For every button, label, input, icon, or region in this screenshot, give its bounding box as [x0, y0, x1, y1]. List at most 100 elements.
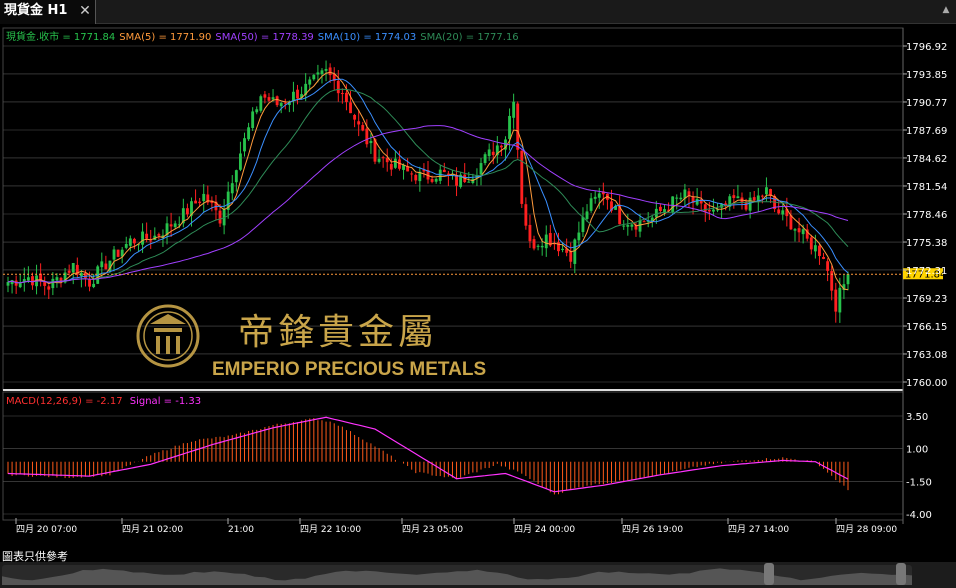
- candle-body: [801, 229, 805, 235]
- scroll-up-icon[interactable]: ▲: [940, 2, 952, 18]
- candle-body: [18, 282, 22, 288]
- candle-body: [707, 210, 711, 212]
- navigator-scrollbar[interactable]: [0, 562, 956, 588]
- candle-body: [638, 220, 642, 232]
- candle-body: [381, 157, 385, 159]
- candle-body: [71, 263, 75, 273]
- price-axis: 1796.92 1793.85 1790.77 1787.69 1784.62 1781.…: [903, 42, 947, 389]
- candle-body: [736, 196, 740, 199]
- candle-body: [781, 210, 785, 215]
- candle-body: [569, 250, 573, 262]
- candle-body: [573, 239, 577, 264]
- close-icon[interactable]: ✕: [76, 0, 94, 22]
- candle-body: [765, 187, 768, 195]
- candle-body: [536, 245, 540, 247]
- legend-item: 現貨金.收市 = 1771.84: [6, 30, 115, 43]
- candle-body: [642, 221, 646, 223]
- candle-body: [593, 196, 597, 199]
- x-tick-label: 21:00: [228, 525, 254, 535]
- candle-body: [442, 169, 446, 173]
- x-tick-label: 四月 22 10:00: [300, 524, 361, 535]
- candle-body: [483, 154, 487, 164]
- candle-body: [263, 94, 267, 98]
- candle-body: [455, 174, 458, 186]
- candle-body: [659, 206, 662, 211]
- candle-body: [255, 109, 259, 113]
- time-axis: 四月 20 07:00 四月 21 02:00 21:00 四月 22 10:00 四月…: [15, 518, 897, 535]
- candle-body: [756, 195, 760, 201]
- navigator-track[interactable]: [2, 565, 912, 585]
- y-tick-label: 1796.92: [906, 42, 947, 53]
- candle-body: [793, 229, 797, 231]
- x-tick-label: 四月 24 00:00: [514, 524, 575, 535]
- chart-tab[interactable]: 現貨金 H1 ✕: [0, 0, 96, 24]
- macd-legend-value: MACD(12,26,9) = -2.17: [6, 396, 123, 407]
- candle-body: [104, 263, 108, 270]
- candle-body: [247, 127, 251, 140]
- candle-body: [185, 208, 189, 215]
- candle-body: [283, 102, 287, 104]
- candle-body: [540, 245, 544, 248]
- candle-body: [438, 169, 442, 181]
- candle-body: [414, 174, 418, 181]
- candle-body: [479, 163, 483, 175]
- candle-body: [410, 173, 414, 175]
- legend-item: SMA(50) = 1778.39: [215, 32, 313, 43]
- candle-body: [809, 237, 813, 250]
- candle-body: [202, 193, 206, 202]
- candle-body: [508, 115, 511, 139]
- candle-body: [275, 96, 279, 106]
- candle-body: [218, 210, 222, 224]
- legend-item: SMA(20) = 1777.16: [420, 32, 518, 43]
- candle-body: [834, 289, 838, 312]
- watermark-chinese: 帝鋒貴金屬: [238, 312, 438, 353]
- candle-body: [336, 80, 340, 94]
- candle-body: [434, 178, 438, 182]
- legend-item: SMA(5) = 1771.90: [119, 32, 211, 43]
- candle-body: [243, 138, 246, 152]
- candle-body: [116, 249, 120, 257]
- y-tick-label: 1769.23: [906, 294, 947, 305]
- x-tick-label: 四月 26 19:00: [622, 524, 683, 535]
- y-tick-label: 1763.08: [906, 350, 947, 361]
- candle-body: [846, 274, 850, 285]
- candle-body: [67, 270, 71, 273]
- legend-item: SMA(10) = 1774.03: [318, 32, 416, 43]
- candle-body: [198, 201, 202, 204]
- candle-body: [393, 158, 397, 168]
- navigator-left-handle[interactable]: [764, 563, 774, 585]
- price-chart[interactable]: 帝鋒貴金屬 EMPERIO PRECIOUS METALS 1771.84 17…: [0, 24, 956, 546]
- candle-body: [55, 277, 59, 281]
- candle-body: [524, 204, 528, 226]
- y-tick-label: 1775.38: [906, 238, 947, 249]
- candle-body: [31, 276, 34, 286]
- candle-body: [577, 232, 581, 241]
- candle-body: [589, 198, 593, 211]
- candle-body: [487, 149, 491, 157]
- candle-body: [251, 111, 255, 128]
- candle-body: [145, 233, 149, 239]
- logo-emblem-icon: [150, 314, 186, 354]
- candle-body: [675, 197, 679, 199]
- candle-body: [271, 97, 275, 100]
- candle-body: [532, 239, 536, 249]
- candle-body: [744, 201, 748, 210]
- candle-body: [467, 181, 471, 183]
- candle-body: [88, 279, 91, 287]
- navigator-right-handle[interactable]: [896, 563, 906, 585]
- candle-body: [259, 96, 263, 111]
- x-tick-label: 四月 28 09:00: [836, 524, 897, 535]
- y-tick-label: 1.00: [906, 445, 928, 456]
- candle-body: [789, 215, 793, 230]
- macd-histogram: [7, 418, 849, 495]
- candle-body: [544, 234, 548, 249]
- candle-body: [585, 211, 589, 219]
- candle-body: [581, 216, 585, 233]
- candle-body: [173, 223, 177, 228]
- macd-grid: [3, 415, 903, 515]
- y-tick-label: 1790.77: [906, 98, 947, 109]
- y-tick-label: 1787.69: [906, 126, 947, 137]
- candle-body: [703, 204, 707, 212]
- candle-body: [491, 151, 495, 156]
- candlestick-series: [6, 60, 850, 323]
